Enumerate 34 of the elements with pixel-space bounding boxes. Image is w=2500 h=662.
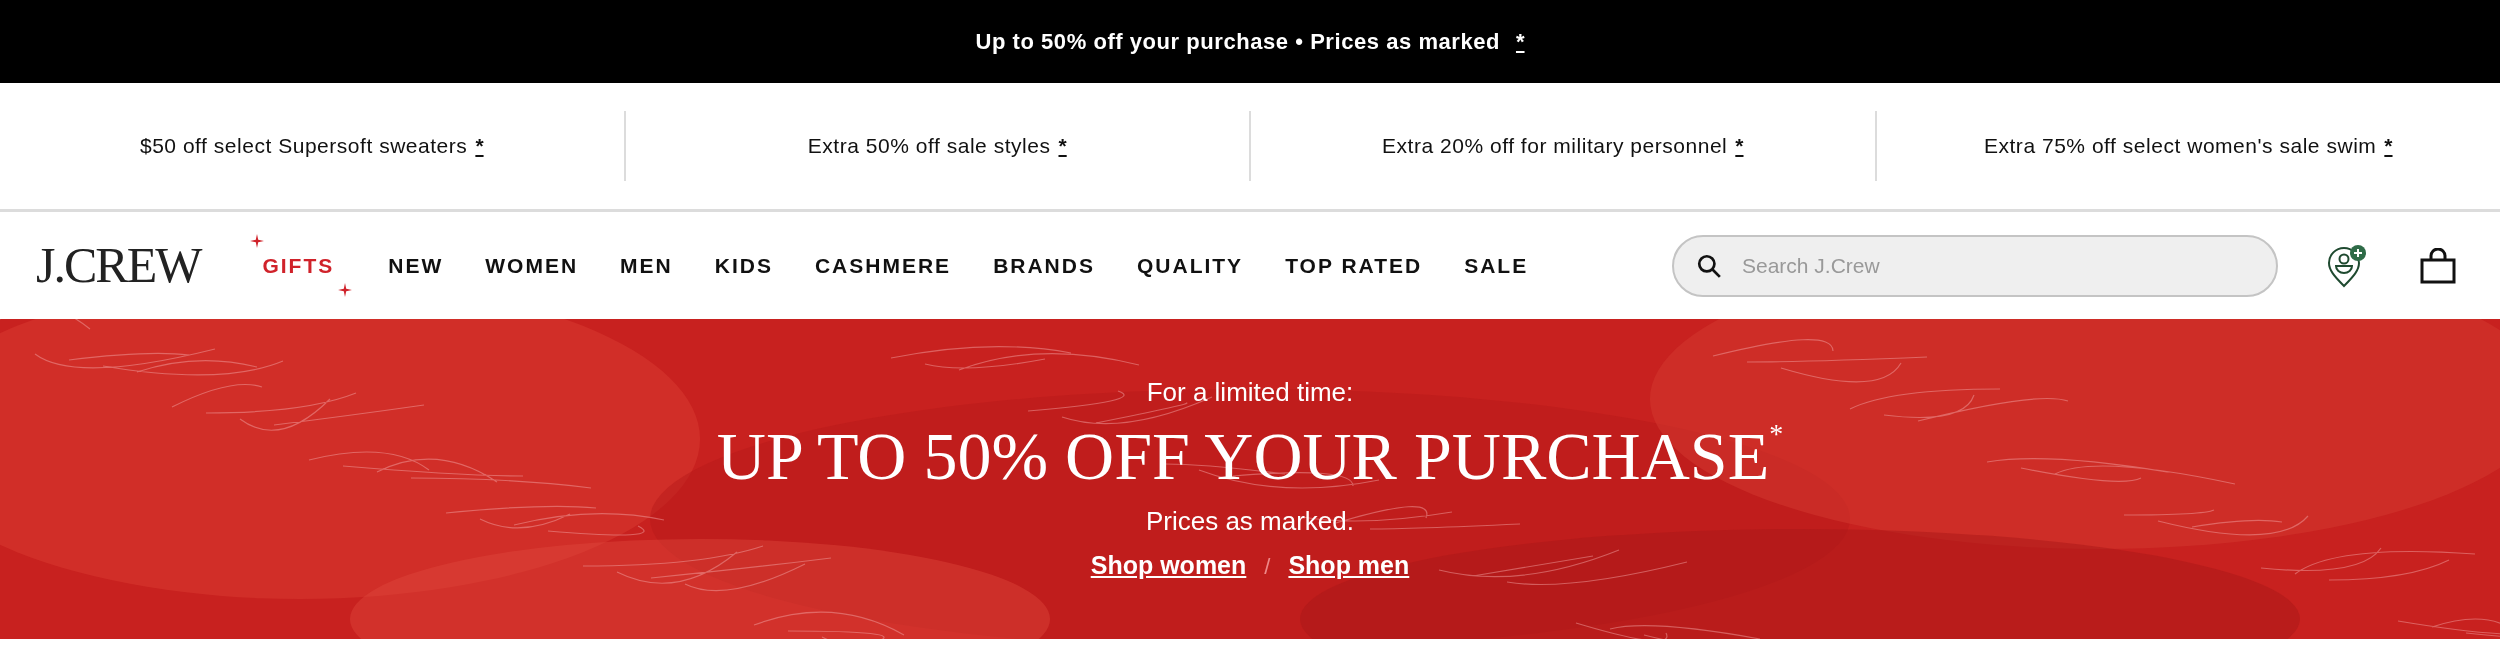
nav-link[interactable]: BRANDS	[993, 249, 1095, 282]
nav-link[interactable]: QUALITY	[1136, 249, 1244, 282]
asterisk-mark: *	[1769, 417, 1784, 452]
sparkle-icon	[338, 283, 353, 298]
nav-link[interactable]: SALE	[1464, 249, 1529, 282]
shop-link[interactable]: Shop men	[1288, 547, 1410, 585]
nav-link[interactable]: NEW	[388, 249, 444, 282]
kicker-text: For a limited time:	[1146, 376, 1354, 410]
details-link[interactable]: *	[1515, 25, 1525, 58]
separator-text: /	[1264, 552, 1271, 581]
search-icon	[1696, 252, 1722, 279]
details-link[interactable]: *	[1735, 130, 1744, 162]
subtitle-text: Prices as marked.	[1145, 505, 1355, 539]
nav-link[interactable]: CASHMERE	[814, 249, 952, 282]
promo-text: Extra 75% off select women's sale swim	[1983, 133, 2377, 160]
details-link[interactable]: *	[475, 130, 484, 162]
shop-link[interactable]: Shop women	[1090, 547, 1247, 585]
nav-link[interactable]: GIFTS	[262, 253, 335, 277]
shopping-bag-icon[interactable]	[2420, 247, 2456, 284]
promo-text: Extra 50% off sale styles	[807, 133, 1051, 160]
announcement-text: Up to 50% off your purchase • Prices as marked	[975, 28, 1500, 56]
nav-link[interactable]: MEN	[620, 249, 673, 282]
search-field[interactable]: Search J.Crew	[1672, 234, 2278, 297]
nav-link[interactable]: TOP RATED	[1285, 249, 1423, 282]
details-link[interactable]: *	[2384, 130, 2393, 162]
headline: UP TO 50% OFF YOUR PURCHASE	[716, 417, 1770, 497]
nav-link[interactable]: KIDS	[714, 249, 773, 282]
details-link[interactable]: *	[1058, 130, 1067, 162]
brand-logo[interactable]: J.CREW	[36, 228, 201, 303]
promo-text: Extra 20% off for military personnel	[1382, 133, 1728, 160]
promo-text: $50 off select Supersoft sweaters	[139, 133, 468, 160]
sparkle-icon	[250, 233, 265, 248]
nav-link[interactable]: WOMEN	[485, 249, 579, 282]
account-icon[interactable]	[2326, 243, 2368, 288]
